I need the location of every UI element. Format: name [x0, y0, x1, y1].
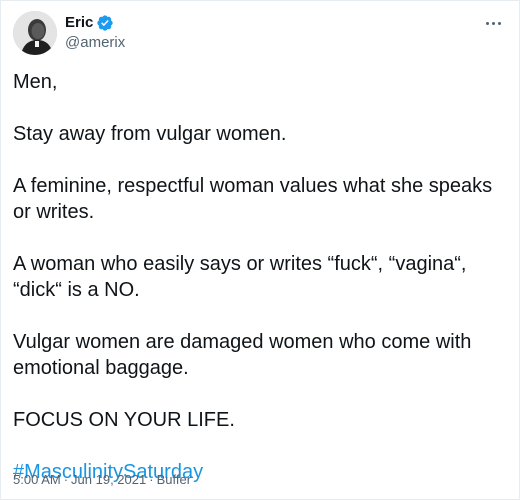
author-info: Eric @amerix	[65, 13, 125, 53]
tweet-paragraph: A feminine, respectful woman values what…	[13, 175, 493, 223]
tweet-source[interactable]: Buffer	[157, 472, 191, 487]
avatar[interactable]	[13, 11, 57, 55]
tweet-paragraph: A woman who easily says or writes “fuck“…	[13, 253, 467, 301]
more-options-icon[interactable]	[481, 15, 505, 31]
tweet-card: Eric @amerix Men, Stay away from vulgar …	[0, 0, 520, 500]
name-row: Eric	[65, 13, 125, 33]
tweet-time[interactable]: 5:00 AM	[13, 472, 61, 487]
tweet-meta: 5:00 AM · Jun 19, 2021 · Buffer	[13, 471, 191, 489]
handle[interactable]: @amerix	[65, 33, 125, 53]
tweet-paragraph: FOCUS ON YOUR LIFE.	[13, 409, 235, 431]
tweet-paragraph: Vulgar women are damaged women who come …	[13, 331, 472, 379]
meta-separator: ·	[149, 472, 154, 487]
tweet-text: Men, Stay away from vulgar women. A femi…	[13, 69, 503, 485]
tweet-paragraph: Stay away from vulgar women.	[13, 123, 287, 145]
meta-separator: ·	[63, 472, 69, 487]
tweet-paragraph: Men,	[13, 71, 58, 93]
tweet-header: Eric @amerix	[13, 11, 507, 57]
tweet-date[interactable]: Jun 19, 2021	[71, 472, 146, 487]
display-name[interactable]: Eric	[65, 13, 93, 33]
verified-badge-icon	[96, 14, 114, 32]
